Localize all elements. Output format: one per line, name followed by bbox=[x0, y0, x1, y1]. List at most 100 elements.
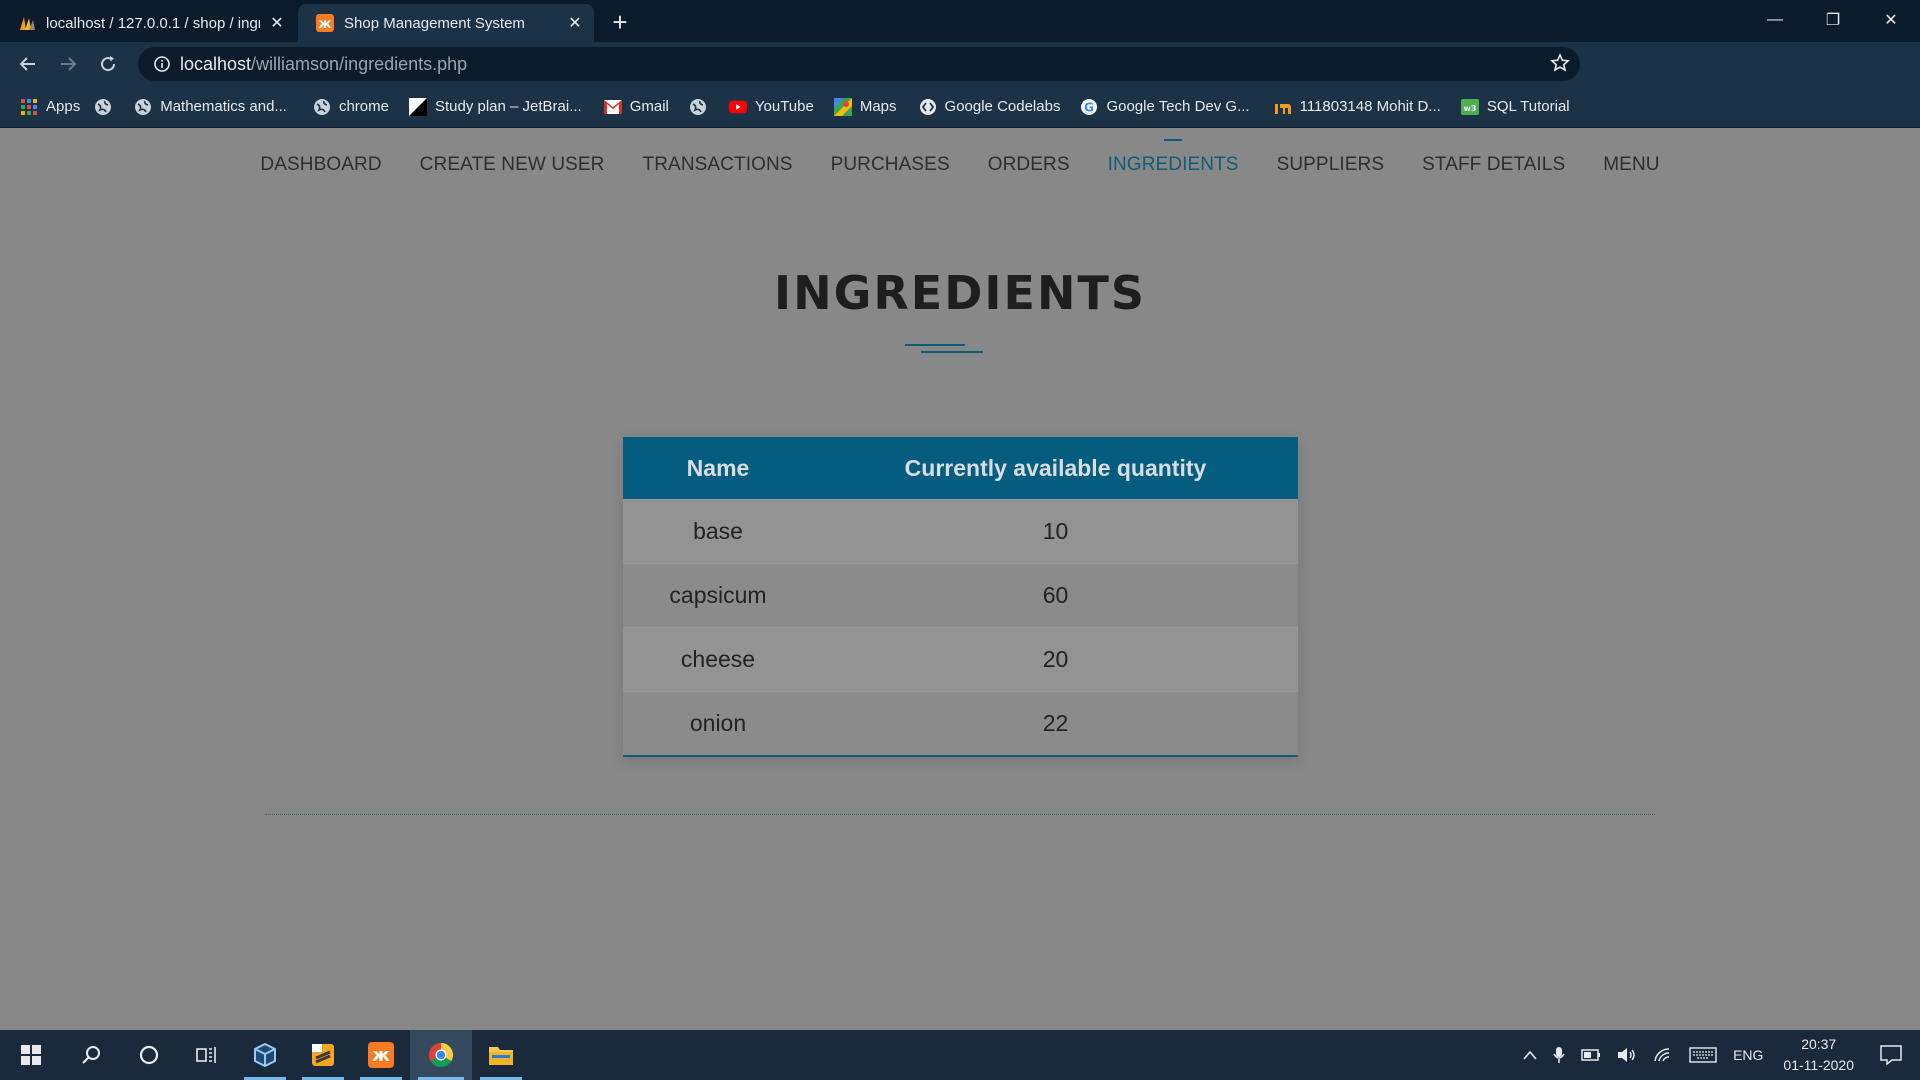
footer-divider bbox=[265, 814, 1655, 815]
close-icon[interactable]: ✕ bbox=[566, 14, 584, 32]
nav-orders[interactable]: ORDERS bbox=[988, 154, 1070, 176]
close-window-button[interactable]: ✕ bbox=[1862, 0, 1920, 40]
browser-toolbar: localhost/williamson/ingredients.php h G bbox=[0, 42, 1920, 119]
bookmark-mathematics[interactable]: Mathematics and... bbox=[134, 98, 287, 116]
nav-staff-details[interactable]: STAFF DETAILS bbox=[1422, 154, 1565, 176]
svg-text:ж: ж bbox=[319, 17, 332, 32]
tab-shop-management[interactable]: ж Shop Management System ✕ bbox=[298, 4, 594, 42]
volume-icon[interactable] bbox=[1617, 1047, 1637, 1063]
ingredients-table: Name Currently available quantity base 1… bbox=[623, 437, 1298, 757]
nav-create-new-user[interactable]: CREATE NEW USER bbox=[420, 154, 605, 176]
bookmark-label: Study plan – JetBrai... bbox=[434, 98, 582, 115]
bookmark-gmail[interactable]: Gmail bbox=[603, 98, 669, 116]
reload-button[interactable] bbox=[88, 46, 128, 82]
taskbar-virtualbox[interactable] bbox=[236, 1030, 294, 1080]
youtube-icon bbox=[728, 98, 747, 116]
nav-purchases[interactable]: PURCHASES bbox=[831, 154, 950, 176]
forward-button[interactable] bbox=[48, 46, 88, 82]
bookmark-star-icon[interactable] bbox=[1550, 53, 1570, 78]
nav-ingredients[interactable]: INGREDIENTS bbox=[1108, 139, 1239, 176]
battery-icon[interactable] bbox=[1581, 1049, 1601, 1061]
globe-icon bbox=[134, 98, 152, 116]
bookmark-tech-dev[interactable]: G Google Tech Dev G... bbox=[1080, 98, 1250, 116]
tab-phpmyadmin[interactable]: localhost / 127.0.0.1 / shop / ingr ✕ bbox=[0, 4, 296, 42]
globe-icon bbox=[94, 98, 112, 116]
notification-icon[interactable] bbox=[1880, 1045, 1902, 1065]
taskbar-xampp[interactable]: ж bbox=[352, 1030, 410, 1080]
maps-icon bbox=[833, 97, 852, 116]
start-button[interactable] bbox=[0, 1030, 62, 1080]
bookmark-codelabs[interactable]: Google Codelabs bbox=[919, 98, 1061, 116]
table-header-row: Name Currently available quantity bbox=[623, 437, 1298, 500]
microphone-icon[interactable] bbox=[1553, 1046, 1565, 1064]
ingredient-quantity: 10 bbox=[813, 499, 1298, 564]
address-bar[interactable]: localhost/williamson/ingredients.php bbox=[138, 47, 1580, 81]
clock[interactable]: 20:37 01-11-2020 bbox=[1783, 1034, 1854, 1076]
restore-button[interactable]: ❐ bbox=[1804, 0, 1862, 40]
page-content: DASHBOARD CREATE NEW USER TRANSACTIONS P… bbox=[0, 128, 1920, 1030]
windows-taskbar: ж ENG 20:37 01-11-2020 bbox=[0, 1030, 1920, 1080]
chevron-up-icon[interactable] bbox=[1523, 1050, 1537, 1060]
minimize-button[interactable]: — bbox=[1746, 0, 1804, 40]
url-text: localhost/williamson/ingredients.php bbox=[180, 54, 467, 75]
taskbar-sublime[interactable] bbox=[294, 1030, 352, 1080]
bookmark-apps[interactable]: Apps bbox=[20, 98, 80, 116]
bookmark-chrome[interactable]: chrome bbox=[313, 98, 389, 116]
bookmark-mohit[interactable]: 111803148 Mohit D... bbox=[1274, 98, 1441, 116]
site-info-icon[interactable] bbox=[144, 56, 180, 72]
page-title: INGREDIENTS bbox=[774, 266, 1146, 320]
bookmark-youtube[interactable]: YouTube bbox=[728, 98, 814, 116]
cortana-button[interactable] bbox=[120, 1030, 178, 1080]
wifi-icon[interactable] bbox=[1653, 1047, 1673, 1063]
xampp-icon: ж bbox=[316, 14, 334, 32]
bookmark-label: Apps bbox=[46, 98, 81, 115]
gmail-icon bbox=[603, 98, 622, 116]
nav-suppliers[interactable]: SUPPLIERS bbox=[1277, 154, 1385, 176]
bookmarks-bar: Apps Mathematics and... chrome Study pla… bbox=[0, 86, 1920, 128]
bookmark-label: Maps bbox=[859, 98, 897, 115]
bookmark-maps[interactable]: Maps bbox=[833, 97, 897, 116]
taskbar-chrome[interactable] bbox=[410, 1030, 472, 1080]
search-button[interactable] bbox=[62, 1030, 120, 1080]
header-name: Name bbox=[623, 437, 813, 500]
taskbar-file-explorer[interactable] bbox=[472, 1030, 530, 1080]
bookmark-label: chrome bbox=[338, 98, 389, 115]
header-quantity: Currently available quantity bbox=[813, 437, 1298, 500]
bookmark-label: YouTube bbox=[754, 98, 814, 115]
nav-transactions[interactable]: TRANSACTIONS bbox=[643, 154, 793, 176]
ingredient-quantity: 22 bbox=[813, 691, 1298, 756]
table-row: onion 22 bbox=[623, 691, 1298, 756]
title-divider bbox=[905, 344, 965, 346]
bookmark-jetbrains[interactable]: Study plan – JetBrai... bbox=[408, 97, 582, 116]
bookmark-sql-tutorial[interactable]: w3 SQL Tutorial bbox=[1460, 98, 1570, 116]
sql-icon: w3 bbox=[1460, 98, 1479, 116]
bookmark-globe-1[interactable] bbox=[94, 98, 120, 116]
ingredient-name: base bbox=[623, 499, 813, 564]
tab-strip: localhost / 127.0.0.1 / shop / ingr ✕ ж … bbox=[0, 0, 1920, 42]
site-icon bbox=[1274, 98, 1292, 116]
clock-date: 01-11-2020 bbox=[1783, 1057, 1854, 1073]
ingredient-quantity: 60 bbox=[813, 563, 1298, 628]
title-divider bbox=[921, 351, 983, 353]
close-icon[interactable]: ✕ bbox=[268, 14, 286, 32]
ingredient-name: cheese bbox=[623, 627, 813, 692]
nav-dashboard[interactable]: DASHBOARD bbox=[260, 154, 381, 176]
clock-time: 20:37 bbox=[1801, 1036, 1837, 1052]
ingredient-quantity: 20 bbox=[813, 627, 1298, 692]
bookmark-label: Google Codelabs bbox=[944, 98, 1061, 115]
window-controls: — ❐ ✕ bbox=[1746, 0, 1920, 40]
bookmark-label: 111803148 Mohit D... bbox=[1299, 98, 1441, 115]
back-button[interactable] bbox=[8, 46, 48, 82]
phpmyadmin-icon bbox=[18, 14, 36, 32]
task-view-button[interactable] bbox=[178, 1030, 236, 1080]
ingredient-name: capsicum bbox=[623, 563, 813, 628]
google-icon: G bbox=[1080, 98, 1098, 116]
language-indicator[interactable]: ENG bbox=[1733, 1047, 1763, 1063]
svg-text:G: G bbox=[1085, 100, 1095, 114]
bookmark-globe-2[interactable] bbox=[689, 98, 715, 116]
site-navigation: DASHBOARD CREATE NEW USER TRANSACTIONS P… bbox=[0, 139, 1920, 176]
keyboard-icon[interactable] bbox=[1689, 1047, 1717, 1063]
new-tab-button[interactable]: + bbox=[602, 4, 638, 40]
url-path: /williamson/ingredients.php bbox=[251, 53, 468, 74]
nav-menu[interactable]: MENU bbox=[1603, 154, 1659, 176]
